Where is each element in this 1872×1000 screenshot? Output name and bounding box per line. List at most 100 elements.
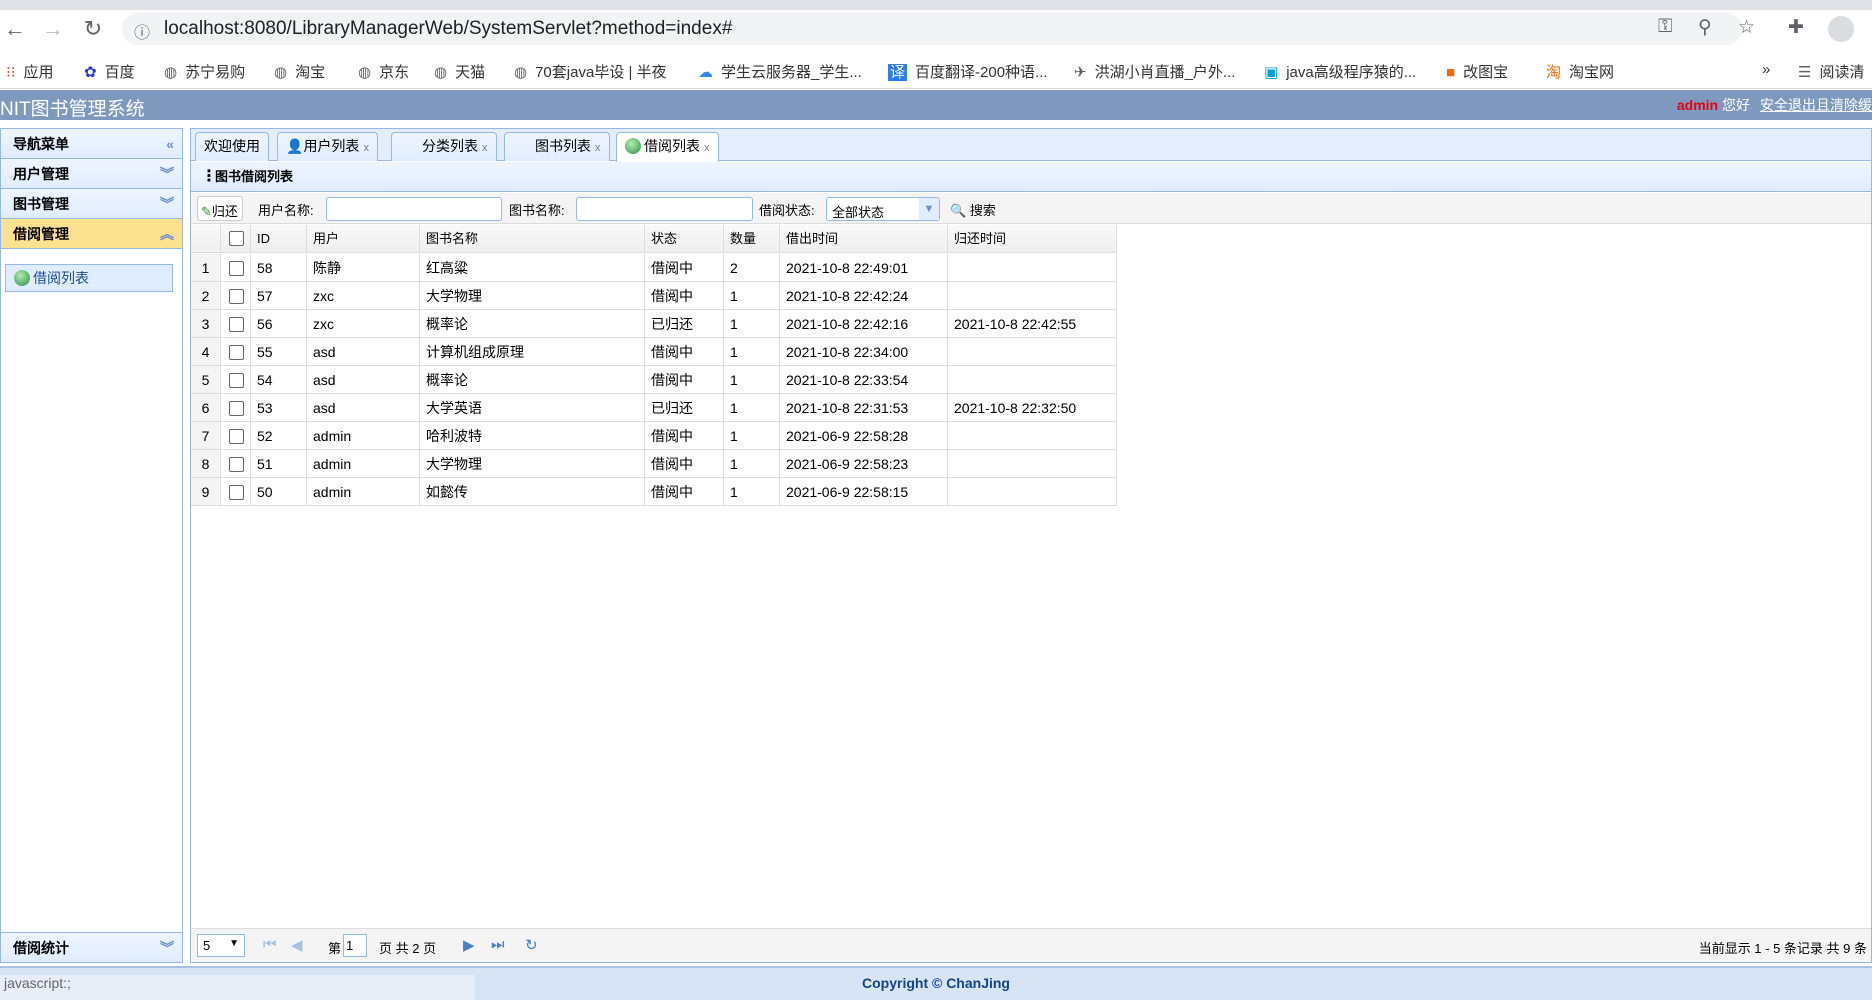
return-button[interactable]: ✎归还 (197, 196, 243, 221)
next-page-icon[interactable]: ▶ (463, 936, 475, 954)
tab-bar: 欢迎使用 👤用户列表 x 分类列表 x 图书列表 x 借阅列表 x (191, 129, 1871, 162)
page-size-select[interactable]: 5 ▼ (197, 934, 245, 957)
column-header-user[interactable]: 用户 (307, 225, 420, 253)
select-all-checkbox[interactable] (221, 225, 251, 253)
bookmark[interactable]: ◍ 淘宝 (274, 61, 325, 82)
cell-user: zxc (307, 282, 420, 310)
table-row[interactable]: 5 54 asd 概率论 借阅中 1 2021-10-8 22:33:54 (191, 366, 1128, 394)
bookmark[interactable]: ◍ 70套java毕设 | 半夜 (514, 61, 667, 82)
bookmark[interactable]: ■ 改图宝 (1446, 61, 1508, 82)
cell-user: asd (307, 338, 420, 366)
page-number-input[interactable] (343, 934, 367, 957)
back-icon[interactable]: ← (0, 14, 30, 44)
bookmark[interactable]: ◍ 京东 (358, 61, 409, 82)
sidebar-item-borrow-list[interactable]: 借阅列表 (5, 264, 173, 292)
column-header-id[interactable]: ID (251, 225, 307, 253)
tab-user-list[interactable]: 👤用户列表 x (277, 132, 378, 161)
bookmarks-bar: ⁝⁝ 应用 ✿ 百度 ◍ 苏宁易购 ◍ 淘宝 ◍ 京东 ◍ 天猫 ◍ 70套java毕设 | … (0, 52, 1872, 89)
sidebar-section-users[interactable]: 用户管理 ︾ (1, 159, 182, 189)
search-button[interactable]: 🔍 搜索 (950, 200, 996, 219)
bookmark[interactable]: ▣ java高级程序猿的... (1264, 61, 1416, 82)
bookmark[interactable]: ☁ 学生云服务器_学生... (698, 61, 862, 82)
prev-page-icon[interactable]: ◀ (291, 936, 303, 954)
close-icon[interactable]: x (704, 142, 710, 154)
forward-icon[interactable]: → (38, 14, 68, 44)
row-checkbox[interactable] (221, 478, 251, 506)
sidebar-section-books[interactable]: 图书管理 ︾ (1, 189, 182, 219)
cell-user: zxc (307, 310, 420, 338)
extensions-icon[interactable]: ✚ (1788, 16, 1804, 39)
row-checkbox[interactable] (221, 310, 251, 338)
toolbar: ✎归还 用户名称: 图书名称: 借阅状态: 全部状态 ▼ 🔍 搜索 (191, 193, 1871, 224)
user-name-label: 用户名称: (258, 203, 314, 218)
column-header-book-name[interactable]: 图书名称 (420, 225, 645, 253)
column-header-status[interactable]: 状态 (645, 225, 724, 253)
main-panel: 欢迎使用 👤用户列表 x 分类列表 x 图书列表 x 借阅列表 x ⋮ 图书借阅列表 ✎归… (190, 128, 1872, 963)
app-title: NIT图书管理系统 (0, 99, 145, 120)
refresh-icon[interactable]: ↻ (525, 936, 538, 954)
row-checkbox[interactable] (221, 422, 251, 450)
bookmark[interactable]: ◍ 天猫 (434, 61, 485, 82)
tab-borrow-list[interactable]: 借阅列表 x (616, 132, 719, 162)
close-icon[interactable]: x (482, 142, 488, 154)
row-number: 2 (191, 282, 221, 310)
last-page-icon[interactable]: ⏭ (491, 936, 505, 953)
cell-return-time (948, 338, 1117, 366)
tab-category-list[interactable]: 分类列表 x (391, 132, 497, 161)
book-name-input[interactable] (576, 197, 753, 221)
row-checkbox[interactable] (221, 254, 251, 282)
star-icon[interactable]: ☆ (1738, 16, 1755, 39)
reading-list-button[interactable]: ☰ 阅读清 (1798, 61, 1864, 82)
tab-welcome[interactable]: 欢迎使用 (195, 132, 269, 161)
info-icon[interactable]: ⓘ (134, 19, 150, 43)
cell-book-name: 概率论 (420, 310, 645, 338)
row-checkbox[interactable] (221, 338, 251, 366)
cell-status: 已归还 (645, 310, 724, 338)
user-icon: 👤 (286, 138, 304, 154)
table-row[interactable]: 9 50 admin 如懿传 借阅中 1 2021-06-9 22:58:15 (191, 478, 1128, 506)
logout-link[interactable]: 安全退出且清除缓 (1760, 97, 1872, 113)
column-header-quantity[interactable]: 数量 (724, 225, 780, 253)
bookmark[interactable]: 译百度翻译-200种语... (888, 61, 1048, 82)
bookmark[interactable]: ✈ 洪湖小肖直播_户外... (1074, 61, 1235, 82)
cell-return-time (948, 478, 1117, 506)
table-row[interactable]: 8 51 admin 大学物理 借阅中 1 2021-06-9 22:58:23 (191, 450, 1128, 478)
table-row[interactable]: 6 53 asd 大学英语 已归还 1 2021-10-8 22:31:53 2021-10-… (191, 394, 1128, 422)
bookmark[interactable]: 淘淘宝网 (1546, 61, 1614, 82)
cell-quantity: 1 (724, 394, 780, 422)
table-row[interactable]: 3 56 zxc 概率论 已归还 1 2021-10-8 22:42:16 2021-10-8… (191, 310, 1128, 338)
table-row[interactable]: 7 52 admin 哈利波特 借阅中 1 2021-06-9 22:58:28 (191, 422, 1128, 450)
sidebar-section-stats[interactable]: 借阅统计 ︾ (1, 932, 182, 962)
tab-book-list[interactable]: 图书列表 x (504, 132, 610, 161)
cell-quantity: 1 (724, 450, 780, 478)
column-header-borrow-time[interactable]: 借出时间 (780, 225, 948, 253)
url-text[interactable]: localhost:8080/LibraryManagerWeb/SystemS… (164, 18, 732, 40)
reload-icon[interactable]: ↻ (78, 14, 108, 44)
close-icon[interactable]: x (363, 142, 369, 154)
bookmark-apps[interactable]: ⁝⁝ 应用 (6, 61, 54, 82)
first-page-icon[interactable]: ⏮ (263, 936, 277, 953)
pagination-summary: 当前显示 1 - 5 条记录 共 9 条 (1698, 941, 1867, 956)
row-checkbox[interactable] (221, 282, 251, 310)
borrow-status-select[interactable]: 全部状态 ▼ (826, 197, 940, 221)
key-icon[interactable]: ⚿ (1658, 16, 1672, 38)
column-header-return-time[interactable]: 归还时间 (948, 225, 1117, 253)
more-bookmarks-button[interactable]: » (1762, 61, 1770, 78)
bookmark[interactable]: ✿ 百度 (84, 61, 135, 82)
zoom-icon[interactable]: ⚲ (1698, 16, 1712, 39)
row-checkbox[interactable] (221, 394, 251, 422)
row-checkbox[interactable] (221, 366, 251, 394)
row-checkbox[interactable] (221, 450, 251, 478)
chevron-up-icon: ︽ (160, 226, 174, 242)
profile-avatar[interactable] (1828, 16, 1854, 42)
cell-id: 56 (251, 310, 307, 338)
table-row[interactable]: 1 58 陈静 红高粱 借阅中 2 2021-10-8 22:49:01 (191, 254, 1128, 282)
close-icon[interactable]: x (595, 142, 601, 154)
cell-book-name: 大学物理 (420, 450, 645, 478)
bookmark[interactable]: ◍ 苏宁易购 (164, 61, 245, 82)
user-name-input[interactable] (326, 197, 502, 221)
sidebar-section-borrow[interactable]: 借阅管理 ︽ (1, 219, 182, 249)
table-row[interactable]: 4 55 asd 计算机组成原理 借阅中 1 2021-10-8 22:34:00 (191, 338, 1128, 366)
collapse-icon[interactable]: « (166, 129, 174, 159)
table-row[interactable]: 2 57 zxc 大学物理 借阅中 1 2021-10-8 22:42:24 (191, 282, 1128, 310)
